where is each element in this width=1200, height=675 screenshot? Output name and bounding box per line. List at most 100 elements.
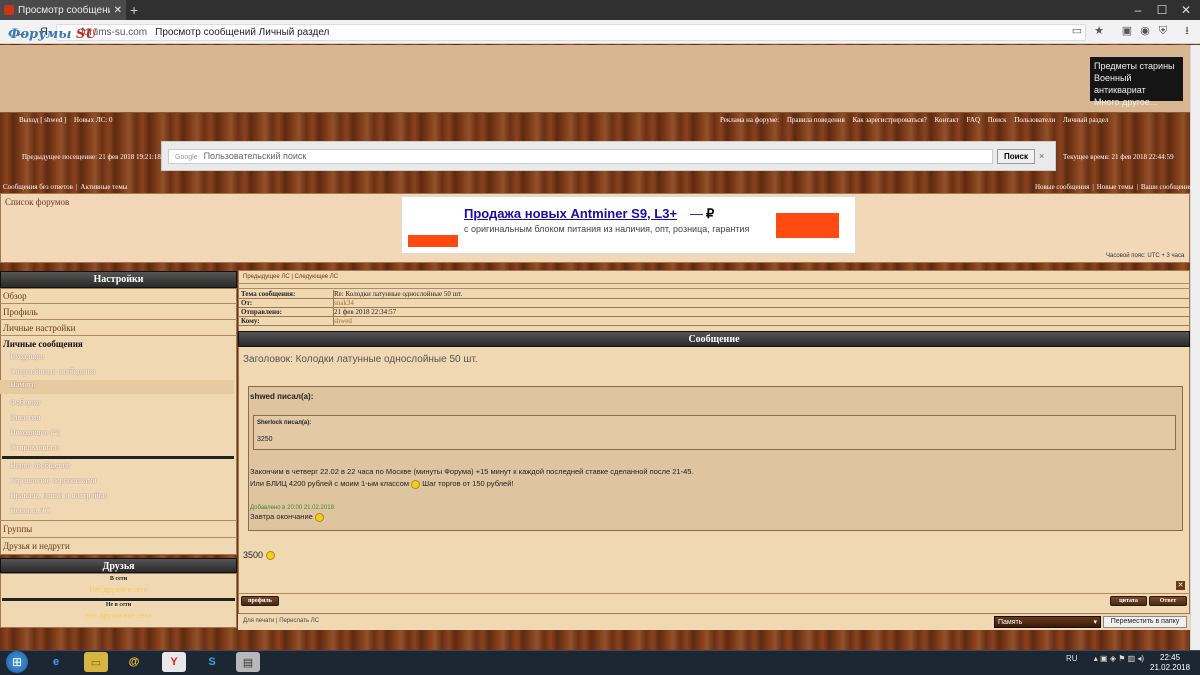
sidebar-item-prefs[interactable]: Личные настройки: [0, 323, 237, 333]
quote-author: shwed писал(а):: [250, 392, 314, 401]
minimize-button[interactable]: –: [1126, 0, 1150, 20]
ie-icon[interactable]: e: [44, 652, 68, 672]
search-input[interactable]: Google Пользовательский поиск: [168, 148, 993, 164]
sidebar-pm-title[interactable]: Личные сообщения: [0, 339, 237, 349]
page-scrollbar[interactable]: [1190, 45, 1200, 650]
quote-line-2b: Шаг торгов от 150 рублей!: [422, 479, 514, 488]
url-field[interactable]: forums-su.com Просмотр сообщений Личный …: [56, 24, 1086, 41]
search-clear-icon[interactable]: ×: [1039, 151, 1044, 161]
chevron-down-icon: ▾: [1093, 619, 1097, 626]
clock-date: 21.02.2018: [1150, 663, 1191, 672]
sidebar-item-sent[interactable]: Отправленные: [0, 443, 234, 452]
bookmark-star-icon[interactable]: ★: [1092, 24, 1106, 38]
skype-icon[interactable]: S: [200, 652, 224, 672]
logo-main: Форумы: [8, 27, 72, 42]
browser-tab[interactable]: Просмотр сообщений Л ✕: [0, 0, 126, 20]
sidebar-item-inbox[interactable]: Входящие: [0, 352, 234, 361]
topnav-right: Реклама на форуме: Правила поведения Как…: [717, 116, 1111, 124]
sidebar-item-outbox[interactable]: Исходящие (4): [0, 428, 234, 437]
folder-select[interactable]: Память ▾: [994, 616, 1101, 628]
tray-icons[interactable]: ▴ ▣ ◈ ⚑ ▥ ◂): [1094, 654, 1144, 663]
exclaim-smiley-icon: [411, 479, 421, 489]
inner-quote-block: [253, 415, 1176, 450]
from-user-link[interactable]: snak34: [334, 299, 354, 307]
smile-icon: [265, 551, 275, 561]
end-line-text: Завтра окончание: [250, 512, 313, 521]
ad-button[interactable]: [776, 213, 839, 238]
start-button[interactable]: ⊞: [6, 651, 28, 673]
quote-line-2: Или БЛИЦ 4200 рублей с моим 1-ым классом…: [250, 479, 513, 489]
search-button[interactable]: Поиск: [997, 148, 1036, 164]
unanswered-link[interactable]: Сообщения без ответов: [3, 183, 73, 191]
sidebar-item-zapasnaya[interactable]: Запасная: [0, 413, 234, 422]
active-topics-link[interactable]: Активные темы: [80, 183, 127, 191]
logo-accent: SU: [76, 27, 97, 42]
sidebar-item-pm-search[interactable]: Поиск в ЛС: [0, 506, 234, 515]
nav-rules-link[interactable]: Правила поведения: [787, 116, 845, 124]
clock[interactable]: 22:45 21.02.2018: [1150, 653, 1190, 673]
nav-ucp-link[interactable]: Личный раздел: [1063, 116, 1108, 124]
system-tray: RU ▴ ▣ ◈ ⚑ ▥ ◂): [1066, 654, 1144, 663]
site-favicon-icon: [4, 5, 14, 15]
new-posts-link[interactable]: Новые сообщения: [1035, 183, 1089, 191]
maximize-button[interactable]: ☐: [1150, 0, 1174, 20]
ad-title-link[interactable]: Продажа новых Antminer S9, L3+: [464, 206, 677, 221]
ad-ruble-sign: ₽: [706, 206, 715, 221]
sidebar-item-drafts[interactable]: Управление черновиками: [0, 476, 234, 485]
report-close-icon[interactable]: ✕: [1176, 581, 1185, 590]
logout-link[interactable]: Выход [ shwed ]: [19, 116, 66, 124]
divider: [0, 303, 237, 304]
sidebar-item-faberge[interactable]: Фаберже: [0, 398, 234, 407]
new-tab-button[interactable]: +: [130, 0, 138, 20]
to-user-link[interactable]: shwed: [334, 317, 352, 325]
from-label: От:: [241, 299, 253, 307]
your-posts-link[interactable]: Ваши сообщения: [1141, 183, 1193, 191]
mail-agent-icon[interactable]: @: [122, 652, 146, 672]
yandex-browser-icon[interactable]: Y: [162, 652, 186, 672]
quote-button[interactable]: цитата: [1110, 596, 1147, 606]
shield-icon[interactable]: ⛨: [1156, 24, 1170, 38]
close-window-button[interactable]: ✕: [1174, 0, 1198, 20]
adblock-icon[interactable]: ◉: [1138, 24, 1152, 38]
language-indicator[interactable]: RU: [1066, 654, 1078, 663]
print-forward-links[interactable]: Для печати | Переслать ЛС: [243, 618, 319, 624]
ad-text: с оригинальным блоком питания из наличия…: [464, 224, 750, 234]
from-row: От: snak34: [238, 299, 1190, 308]
profile-button[interactable]: профиль: [241, 596, 279, 606]
sidebar-item-profile[interactable]: Профиль: [0, 307, 237, 317]
pm-prev-next-links[interactable]: Предыдущее ЛС | Следующее ЛС: [243, 274, 338, 280]
file-explorer-icon[interactable]: ▭: [84, 652, 108, 672]
promo-line: Много другое...: [1094, 97, 1158, 107]
nav-register-link[interactable]: Как зарегистрироваться?: [853, 116, 927, 124]
sidebar-item-saved[interactable]: Сохранённые сообщения: [0, 367, 234, 376]
sidebar-item-friends-foes[interactable]: Друзья и недруги: [0, 541, 237, 551]
nav-search-link[interactable]: Поиск: [988, 116, 1007, 124]
nav-users-link[interactable]: Пользователи: [1014, 116, 1055, 124]
forum-list-link[interactable]: Список форумов: [5, 197, 69, 207]
forum-logo[interactable]: Форумы SU: [8, 27, 97, 42]
subject-label: Тема сообщения:: [241, 290, 296, 298]
ad-button-small[interactable]: [408, 235, 458, 247]
nav-faq-link[interactable]: FAQ: [967, 116, 980, 124]
reply-button[interactable]: Ответ: [1149, 596, 1187, 606]
sidebar-item-compose[interactable]: Новое сообщение: [0, 461, 234, 470]
sidebar-item-rules[interactable]: Правила, папки и настройки: [0, 491, 234, 500]
divider: [0, 537, 237, 538]
sidebar-item-groups[interactable]: Группы: [0, 524, 237, 534]
reader-mode-icon[interactable]: ▭: [1070, 24, 1084, 38]
sidebar-item-overview[interactable]: Обзор: [0, 291, 237, 301]
new-topics-link[interactable]: Новые темы: [1097, 183, 1134, 191]
new-pm-link[interactable]: Новых ЛС: 0: [74, 116, 112, 124]
move-to-folder-button[interactable]: Переместить в папку: [1103, 616, 1187, 628]
download-icon[interactable]: ⭳: [1180, 24, 1194, 38]
sidebar-item-pamyat[interactable]: Память: [0, 380, 234, 394]
sent-row: Отправлено: 21 фев 2018 22:34:57: [238, 308, 1190, 317]
promo-box[interactable]: Предметы старины Военный антиквариат Мно…: [1090, 57, 1183, 107]
reply-value: 3500: [243, 550, 275, 561]
nav-contact-link[interactable]: Контакт: [935, 116, 959, 124]
extension-icon[interactable]: ▣: [1120, 24, 1134, 38]
tab-close-icon[interactable]: ✕: [114, 5, 122, 16]
online-label: В сети: [109, 576, 128, 582]
scanner-icon[interactable]: ▤: [236, 652, 260, 672]
search-placeholder: Пользовательский поиск: [203, 150, 307, 161]
